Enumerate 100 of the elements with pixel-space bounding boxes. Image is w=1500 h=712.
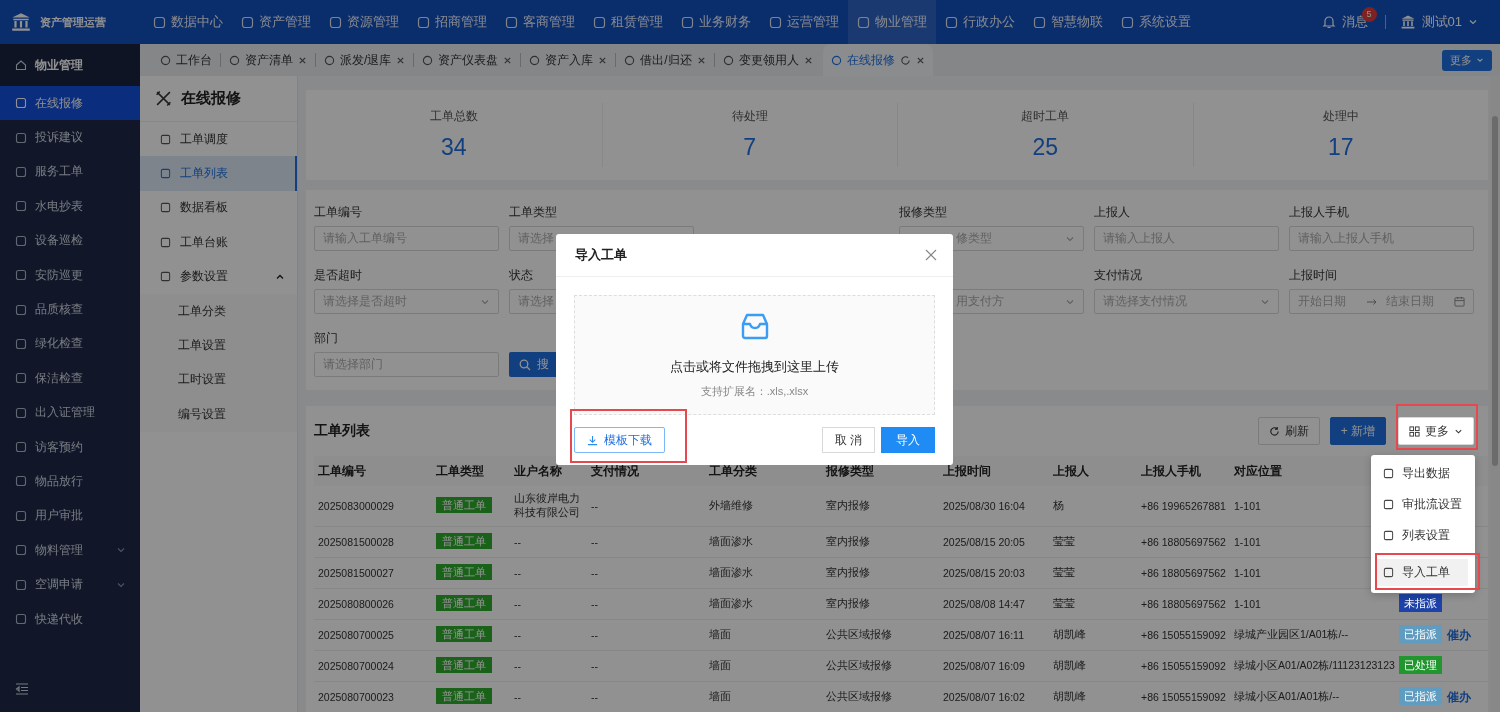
table-cell: -- <box>514 536 521 548</box>
table-cell: +86 19965267881 <box>1141 500 1226 512</box>
stat-label: 超时工单 <box>1021 109 1070 124</box>
column-header: 工单编号 <box>318 463 366 478</box>
table-cell: 2025/08/07 16:11 <box>943 629 1024 641</box>
table-cell: 2025/08/15 20:05 <box>943 536 1025 548</box>
table-cell: 公共区域报修 <box>826 690 892 702</box>
column-header: 上报人手机 <box>1141 463 1201 478</box>
stat-value: 25 <box>1032 134 1059 161</box>
field-label: 上报时间 <box>1289 268 1337 283</box>
table-cell: +86 15055159092 <box>1141 660 1226 672</box>
table-cell: 1-101 <box>1234 567 1261 579</box>
table-cell: 室内报修 <box>826 535 870 547</box>
upload-hint: 支持扩展名：.xls,.xlsx <box>700 383 809 399</box>
stat-value: 7 <box>743 134 757 161</box>
column-header: 报修类型 <box>826 463 874 478</box>
upload-instruction: 点击或将文件拖拽到这里上传 <box>670 357 839 376</box>
table-cell: 2025080800026 <box>318 598 394 610</box>
table-cell: 墙面 <box>709 628 731 640</box>
table-cell: 墙面渗水 <box>709 566 753 578</box>
type-tag: 普通工单 <box>436 533 492 549</box>
table-cell: 1-101 <box>1234 536 1261 548</box>
field-label: 状态 <box>509 268 533 283</box>
status-tag: 未指派 <box>1399 594 1442 612</box>
table-cell: 2025/08/07 16:09 <box>943 660 1025 672</box>
table-cell: 山东彼岸电力科技有限公司 <box>514 492 580 518</box>
field-label: 部门 <box>314 331 338 346</box>
table-cell: +86 18805697562 <box>1141 536 1226 548</box>
table-cell: 墙面 <box>709 659 731 671</box>
table-cell: 墙面渗水 <box>709 597 753 609</box>
column-header: 上报时间 <box>943 463 991 478</box>
table-cell: -- <box>591 500 598 512</box>
field-label: 报修类型 <box>899 205 947 220</box>
table-cell: 莹莹 <box>1053 566 1075 578</box>
table-cell: 绿城小区A01/A01栋/-- <box>1234 690 1340 702</box>
table-cell: 外墙维修 <box>709 499 753 511</box>
column-header: 业户名称 <box>514 463 562 478</box>
table-cell: +86 15055159092 <box>1141 691 1226 703</box>
stat-value: 17 <box>1327 134 1354 161</box>
section-title: 在线报修 <box>181 89 241 108</box>
stat-label: 待处理 <box>731 109 768 124</box>
table-cell: 莹莹 <box>1053 597 1075 609</box>
type-tag: 普通工单 <box>436 564 492 580</box>
table-cell: +86 18805697562 <box>1141 598 1226 610</box>
table-title: 工单列表 <box>314 422 370 440</box>
field-label: 工单编号 <box>314 205 362 220</box>
table-cell: 墙面 <box>709 690 731 702</box>
table-cell: 墙面渗水 <box>709 535 753 547</box>
table-cell: 2025/08/30 16:04 <box>943 500 1025 512</box>
table-cell: 莹莹 <box>1053 535 1075 547</box>
stat-label: 处理中 <box>1322 109 1359 124</box>
table-cell: +86 15055159092 <box>1141 629 1226 641</box>
table-cell: 胡凯峰 <box>1053 628 1086 640</box>
stat-label: 工单总数 <box>429 109 478 124</box>
table-cell: -- <box>514 691 521 703</box>
column-header: 对应位置 <box>1234 463 1282 478</box>
table-cell: -- <box>514 629 521 641</box>
table-cell: -- <box>591 691 598 703</box>
table-cell: -- <box>514 598 521 610</box>
dialog-title: 导入工单 <box>575 246 627 264</box>
table-cell: -- <box>514 567 521 579</box>
table-cell: -- <box>591 536 598 548</box>
status-tag: 已指派 <box>1399 687 1442 705</box>
table-cell: 2025080700023 <box>318 691 394 703</box>
field-label: 支付情况 <box>1094 268 1142 283</box>
column-header: 支付情况 <box>591 463 639 478</box>
table-cell: -- <box>591 567 598 579</box>
table-cell: 室内报修 <box>826 566 870 578</box>
column-header: 工单类型 <box>436 463 484 478</box>
table-cell: 胡凯峰 <box>1053 659 1086 671</box>
stat-value: 34 <box>440 134 467 161</box>
table-cell: 2025083000029 <box>318 500 394 512</box>
table-cell: 绿城小区A01/A02栋/11123123123 <box>1234 659 1395 671</box>
table-cell: 胡凯峰 <box>1053 690 1086 702</box>
column-header: 上报人 <box>1053 463 1089 478</box>
type-tag: 普通工单 <box>436 497 492 513</box>
table-cell: 杨 <box>1053 499 1064 511</box>
field-label: 是否超时 <box>314 268 362 283</box>
table-cell: 2025/08/07 16:02 <box>943 691 1025 703</box>
table-cell: 2025081500027 <box>318 567 394 579</box>
table-cell: 2025080700025 <box>318 629 394 641</box>
table-cell: 1-101 <box>1234 500 1261 512</box>
field-label: 上报人 <box>1094 205 1130 220</box>
type-tag: 普通工单 <box>436 657 492 673</box>
table-cell: 室内报修 <box>826 499 870 511</box>
table-cell: 室内报修 <box>826 597 870 609</box>
table-cell: 公共区域报修 <box>826 659 892 671</box>
type-tag: 普通工单 <box>436 688 492 704</box>
table-cell: 绿城产业园区1/A01栋/-- <box>1234 628 1349 640</box>
table-cell: 公共区域报修 <box>826 628 892 640</box>
table-cell: -- <box>591 629 598 641</box>
table-cell: -- <box>591 598 598 610</box>
type-tag: 普通工单 <box>436 626 492 642</box>
app-title: 资产管理运营 <box>40 14 106 30</box>
column-header: 工单分类 <box>709 463 757 478</box>
table-cell: 2025080700024 <box>318 660 394 672</box>
type-tag: 普通工单 <box>436 595 492 611</box>
table-cell: -- <box>591 660 598 672</box>
table-cell: -- <box>514 660 521 672</box>
table-cell: 2025081500028 <box>318 536 394 548</box>
